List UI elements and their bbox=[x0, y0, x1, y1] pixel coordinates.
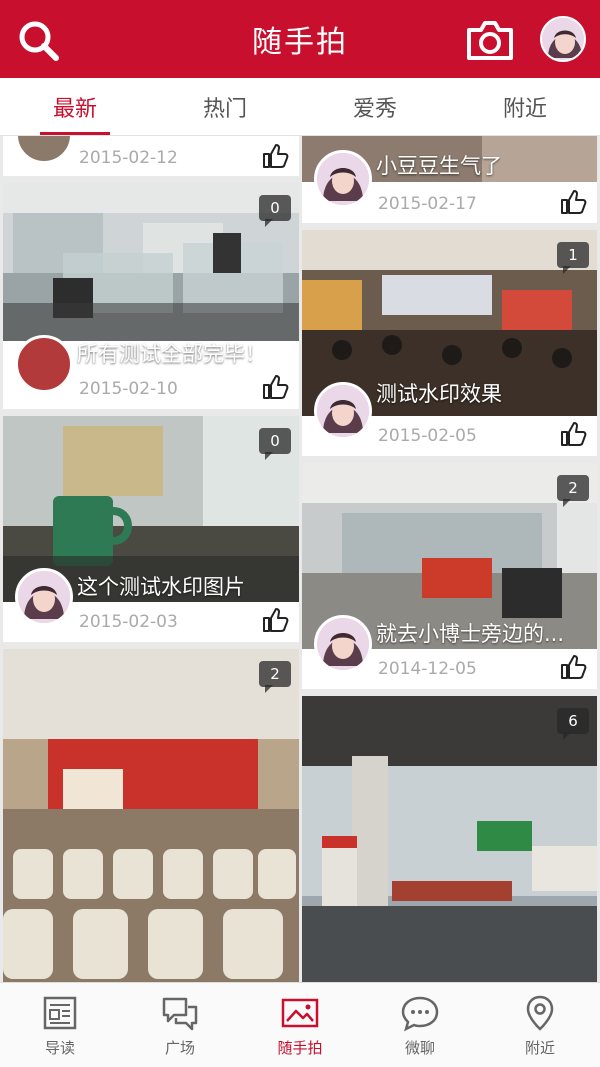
thumbs-up-icon[interactable] bbox=[559, 420, 587, 448]
post-card[interactable]: 0 这个测试水印图片 2015-02-03 bbox=[3, 416, 299, 642]
photo-feed[interactable]: 2015-02-12 0 所有测试全部完毕！ 2015-02-10 0 这个测试… bbox=[0, 136, 600, 982]
post-date: 2015-02-05 bbox=[378, 426, 477, 446]
post-caption: 所有测试全部完毕！ bbox=[77, 342, 266, 366]
nav-guide-label: 导读 bbox=[44, 1038, 75, 1057]
thumbs-up-icon[interactable] bbox=[261, 606, 289, 634]
app-header: 随手拍 bbox=[0, 0, 600, 78]
post-card[interactable]: 2 bbox=[3, 649, 299, 982]
comment-count-badge: 2 bbox=[259, 661, 291, 693]
tab-nearby[interactable]: 附近 bbox=[450, 78, 600, 135]
comment-count-badge: 0 bbox=[259, 428, 291, 460]
thumbs-up-icon[interactable] bbox=[559, 188, 587, 216]
post-date: 2015-02-10 bbox=[79, 379, 178, 399]
post-photo[interactable]: 0 bbox=[3, 183, 299, 341]
nav-guide[interactable]: 导读 bbox=[0, 983, 120, 1067]
post-card[interactable]: 2 就去小博士旁边的... 2014-12-05 bbox=[302, 463, 597, 689]
post-date: 2015-02-17 bbox=[378, 194, 477, 214]
post-caption: 测试水印效果 bbox=[376, 382, 502, 406]
bottom-navigation: 导读 广场 随手拍 微聊 附近 bbox=[0, 982, 600, 1067]
post-date: 2015-02-12 bbox=[79, 148, 178, 168]
nav-square[interactable]: 广场 bbox=[120, 983, 240, 1067]
nav-square-label: 广场 bbox=[164, 1038, 195, 1057]
camera-icon[interactable] bbox=[465, 18, 515, 62]
thumbs-up-icon[interactable] bbox=[261, 373, 289, 401]
nav-snapshot[interactable]: 随手拍 bbox=[240, 983, 360, 1067]
author-avatar[interactable] bbox=[15, 136, 73, 164]
post-date: 2015-02-03 bbox=[79, 612, 178, 632]
post-card[interactable]: 2015-02-12 bbox=[3, 136, 299, 176]
chat-bubbles-icon bbox=[162, 997, 198, 1030]
post-caption: 小豆豆生气了 bbox=[376, 154, 502, 178]
post-card[interactable]: 0 所有测试全部完毕！ 2015-02-10 bbox=[3, 183, 299, 409]
post-card[interactable]: 6 bbox=[302, 696, 597, 982]
category-tabs: 最新 热门 爱秀 附近 bbox=[0, 78, 600, 136]
post-photo[interactable]: 6 bbox=[302, 696, 597, 982]
post-photo[interactable]: 2 bbox=[3, 649, 299, 982]
nav-nearby[interactable]: 附近 bbox=[480, 983, 600, 1067]
message-icon bbox=[401, 996, 439, 1031]
post-card[interactable]: 1 测试水印效果 2015-02-05 bbox=[302, 230, 597, 456]
nav-nearby-label: 附近 bbox=[524, 1038, 555, 1057]
location-pin-icon bbox=[526, 995, 554, 1031]
tab-latest[interactable]: 最新 bbox=[0, 78, 150, 135]
post-date: 2014-12-05 bbox=[378, 659, 477, 679]
author-avatar[interactable] bbox=[314, 382, 372, 440]
post-caption: 这个测试水印图片 bbox=[77, 575, 245, 599]
user-avatar[interactable] bbox=[540, 16, 586, 62]
comment-count-badge: 6 bbox=[557, 708, 589, 740]
post-card[interactable]: 小豆豆生气了 2015-02-17 bbox=[302, 136, 597, 223]
nav-snapshot-label: 随手拍 bbox=[277, 1038, 323, 1057]
newspaper-icon bbox=[43, 996, 77, 1029]
page-title: 随手拍 bbox=[252, 25, 348, 60]
thumbs-up-icon[interactable] bbox=[261, 142, 289, 170]
nav-chat-label: 微聊 bbox=[404, 1038, 435, 1057]
tab-show[interactable]: 爱秀 bbox=[300, 78, 450, 135]
author-avatar[interactable] bbox=[15, 335, 73, 393]
comment-count-badge: 1 bbox=[557, 242, 589, 274]
comment-count-badge: 2 bbox=[557, 475, 589, 507]
tab-hot[interactable]: 热门 bbox=[150, 78, 300, 135]
author-avatar[interactable] bbox=[314, 615, 372, 673]
post-caption: 就去小博士旁边的... bbox=[376, 622, 565, 646]
comment-count-badge: 0 bbox=[259, 195, 291, 227]
author-avatar[interactable] bbox=[314, 150, 372, 208]
photo-icon bbox=[281, 998, 319, 1027]
thumbs-up-icon[interactable] bbox=[559, 653, 587, 681]
nav-chat[interactable]: 微聊 bbox=[360, 983, 480, 1067]
search-icon[interactable] bbox=[16, 18, 60, 62]
author-avatar[interactable] bbox=[15, 568, 73, 626]
